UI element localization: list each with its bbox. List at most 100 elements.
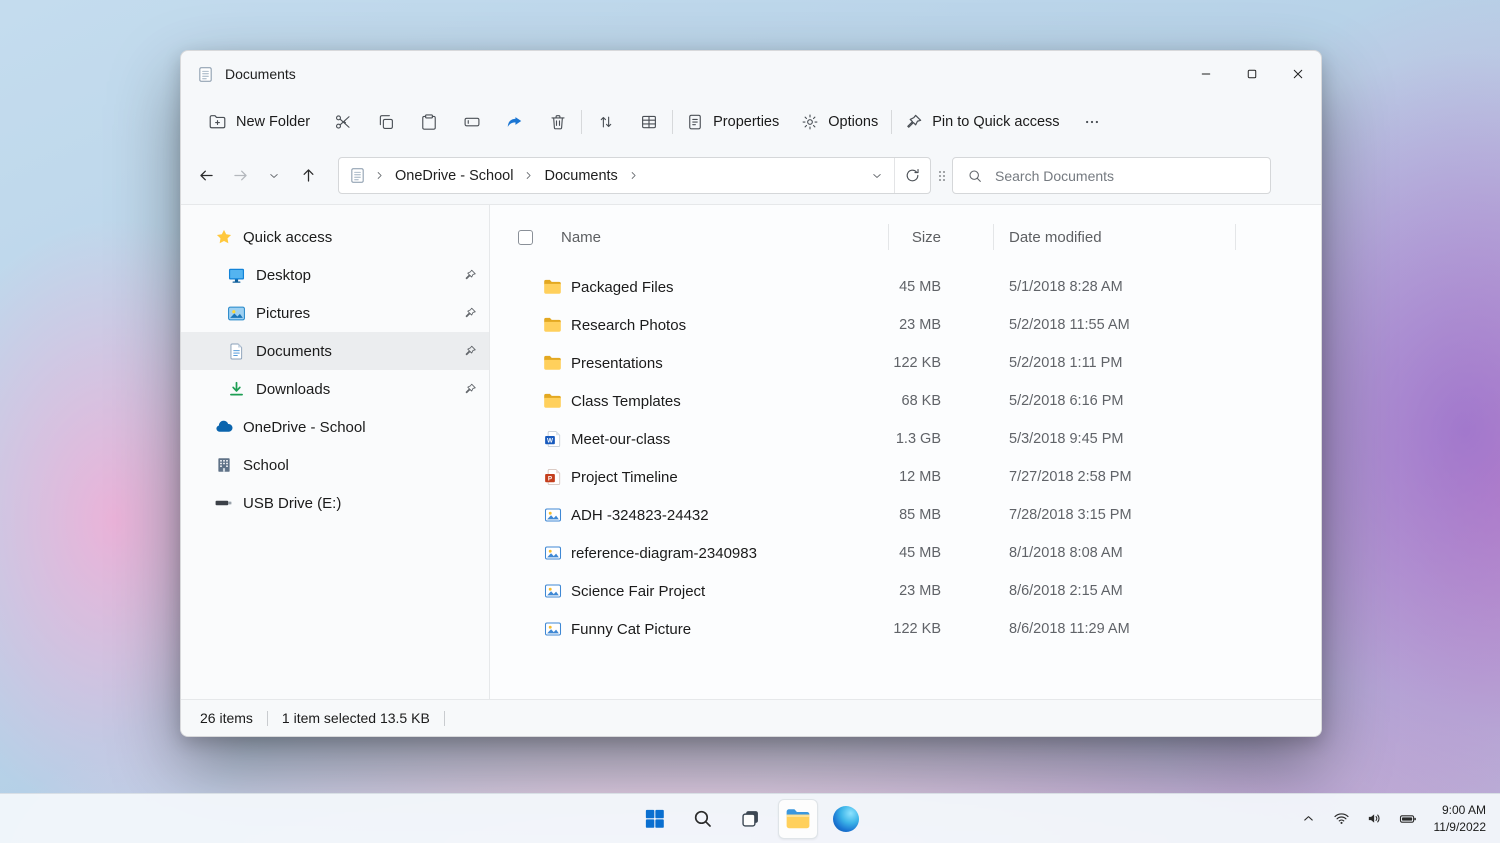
file-list-pane: Name Size Date modified Packaged Files 4…	[490, 205, 1321, 699]
file-date-modified: 5/2/2018 6:16 PM	[993, 393, 1321, 409]
file-row-packaged-files[interactable]: Packaged Files 45 MB 5/1/2018 8:28 AM	[490, 268, 1321, 306]
tray-expand-chevron[interactable]	[1296, 804, 1322, 834]
rename-button[interactable]	[450, 104, 493, 140]
file-date-modified: 8/1/2018 8:08 AM	[993, 545, 1321, 561]
wifi-icon[interactable]	[1329, 804, 1355, 834]
file-row-adh[interactable]: ADH -324823-24432 85 MB 7/28/2018 3:15 P…	[490, 496, 1321, 534]
window-title: Documents	[225, 66, 296, 82]
sort-button[interactable]	[584, 104, 627, 140]
recent-locations-button[interactable]	[257, 159, 291, 193]
sidebar-item-downloads[interactable]: Downloads	[181, 370, 489, 408]
folder-icon	[543, 278, 562, 297]
breadcrumb-onedrive-school[interactable]: OneDrive - School	[387, 162, 521, 190]
taskbar-center-icons	[634, 794, 866, 843]
command-toolbar: New Folder	[181, 97, 1321, 147]
explorer-content: Quick access Desktop Pictures	[181, 205, 1321, 699]
select-all-checkbox[interactable]	[518, 230, 533, 245]
sidebar-item-desktop[interactable]: Desktop	[181, 256, 489, 294]
file-name: Project Timeline	[571, 469, 678, 486]
file-size: 122 KB	[888, 621, 993, 637]
status-divider	[444, 711, 445, 726]
pin-to-quick-access-button[interactable]: Pin to Quick access	[894, 106, 1070, 138]
chevron-right-icon	[626, 169, 641, 182]
start-button[interactable]	[634, 799, 674, 839]
pin-icon	[905, 113, 923, 131]
refresh-button[interactable]	[894, 158, 930, 193]
breadcrumb-bar[interactable]: OneDrive - School Documents	[338, 157, 931, 194]
cut-button[interactable]	[321, 104, 364, 140]
sidebar-item-school[interactable]: School	[181, 446, 489, 484]
file-date-modified: 5/1/2018 8:28 AM	[993, 279, 1321, 295]
navigation-pane: Quick access Desktop Pictures	[181, 205, 490, 699]
file-row-science-fair-project[interactable]: Science Fair Project 23 MB 8/6/2018 2:15…	[490, 572, 1321, 610]
window-controls	[1183, 51, 1321, 97]
minimize-button[interactable]	[1183, 51, 1229, 97]
maximize-button[interactable]	[1229, 51, 1275, 97]
usb-drive-icon	[214, 494, 233, 513]
file-name: Science Fair Project	[571, 583, 705, 600]
column-header-date-modified[interactable]: Date modified	[993, 229, 1321, 246]
sidebar-item-quick-access[interactable]: Quick access	[181, 218, 489, 256]
column-divider[interactable]	[1235, 224, 1236, 250]
address-bar: OneDrive - School Documents	[181, 147, 1321, 205]
new-folder-button[interactable]: New Folder	[197, 106, 321, 139]
column-divider[interactable]	[888, 224, 889, 250]
star-icon	[214, 228, 233, 247]
view-grid-button[interactable]	[627, 104, 670, 140]
file-row-presentations[interactable]: Presentations 122 KB 5/2/2018 1:11 PM	[490, 344, 1321, 382]
taskbar-clock[interactable]: 9:00 AM 11/9/2022	[1434, 802, 1487, 834]
file-date-modified: 5/2/2018 1:11 PM	[993, 355, 1321, 371]
file-size: 68 KB	[888, 393, 993, 409]
file-date-modified: 5/2/2018 11:55 AM	[993, 317, 1321, 333]
more-options-button[interactable]	[1071, 104, 1114, 140]
properties-button[interactable]: Properties	[675, 106, 790, 138]
pinned-icon	[464, 307, 477, 320]
address-dropdown-button[interactable]	[860, 158, 894, 193]
file-explorer-window: Documents New Folder	[180, 50, 1322, 737]
file-row-class-templates[interactable]: Class Templates 68 KB 5/2/2018 6:16 PM	[490, 382, 1321, 420]
delete-button[interactable]	[536, 104, 579, 140]
file-row-reference-diagram[interactable]: reference-diagram-2340983 45 MB 8/1/2018…	[490, 534, 1321, 572]
taskbar-search-button[interactable]	[682, 799, 722, 839]
battery-icon[interactable]	[1395, 804, 1421, 834]
column-divider[interactable]	[993, 224, 994, 250]
sidebar-item-label: Pictures	[256, 305, 310, 322]
document-window-icon	[197, 66, 214, 83]
sidebar-item-usb-drive[interactable]: USB Drive (E:)	[181, 484, 489, 522]
sidebar-item-label: OneDrive - School	[243, 419, 366, 436]
back-button[interactable]	[189, 159, 223, 193]
task-view-button[interactable]	[730, 799, 770, 839]
sidebar-item-documents[interactable]: Documents	[181, 332, 489, 370]
powerpoint-icon	[543, 468, 562, 487]
sidebar-item-label: USB Drive (E:)	[243, 495, 341, 512]
up-button[interactable]	[291, 159, 325, 193]
column-header-size[interactable]: Size	[888, 229, 993, 246]
forward-button[interactable]	[223, 159, 257, 193]
clock-time: 9:00 AM	[1434, 802, 1487, 818]
toolbar-divider	[672, 110, 673, 134]
column-header-name[interactable]: Name	[561, 229, 601, 246]
file-name: Research Photos	[571, 317, 686, 334]
file-size: 12 MB	[888, 469, 993, 485]
location-icon	[339, 167, 372, 184]
file-row-research-photos[interactable]: Research Photos 23 MB 5/2/2018 11:55 AM	[490, 306, 1321, 344]
share-button[interactable]	[493, 104, 536, 140]
volume-icon[interactable]	[1362, 804, 1388, 834]
search-input[interactable]	[995, 168, 1260, 184]
paste-button[interactable]	[407, 104, 450, 140]
close-button[interactable]	[1275, 51, 1321, 97]
file-size: 122 KB	[888, 355, 993, 371]
file-name: Presentations	[571, 355, 663, 372]
file-row-project-timeline[interactable]: Project Timeline 12 MB 7/27/2018 2:58 PM	[490, 458, 1321, 496]
file-row-meet-our-class[interactable]: Meet-our-class 1.3 GB 5/3/2018 9:45 PM	[490, 420, 1321, 458]
image-file-icon	[543, 544, 562, 563]
sidebar-item-onedrive-school[interactable]: OneDrive - School	[181, 408, 489, 446]
file-explorer-taskbar-button[interactable]	[778, 799, 818, 839]
edge-browser-button[interactable]	[826, 799, 866, 839]
sidebar-item-pictures[interactable]: Pictures	[181, 294, 489, 332]
breadcrumb-documents[interactable]: Documents	[536, 162, 625, 190]
file-row-funny-cat-picture[interactable]: Funny Cat Picture 122 KB 8/6/2018 11:29 …	[490, 610, 1321, 648]
options-button[interactable]: Options	[790, 106, 889, 138]
layout-toggle-button[interactable]	[932, 159, 952, 193]
copy-button[interactable]	[364, 104, 407, 140]
